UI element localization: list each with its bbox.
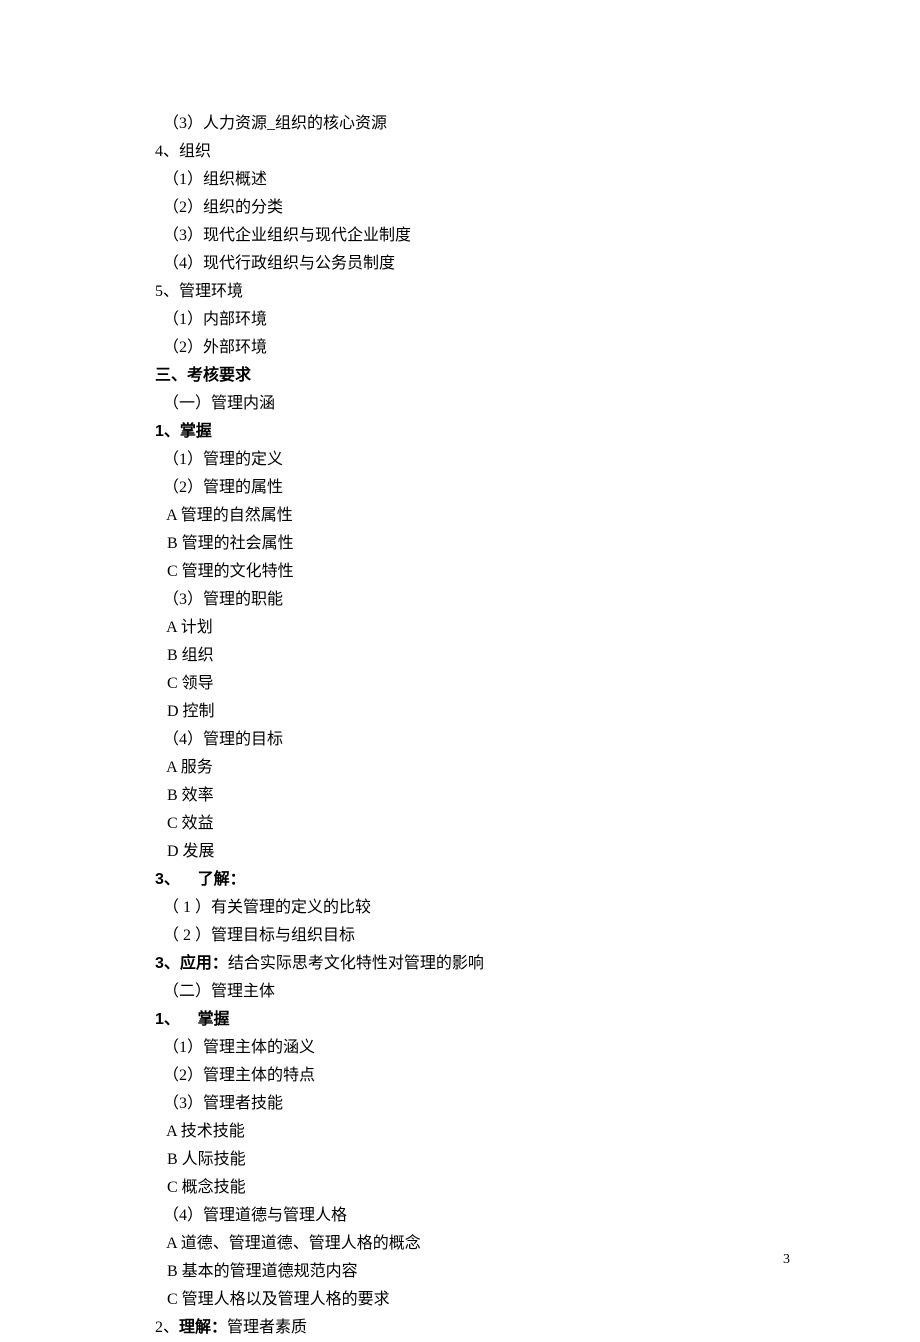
text-run: 2、 <box>155 1319 179 1336</box>
text-line: （1）管理主体的涵义 <box>155 1034 920 1062</box>
text-line: （3）管理的职能 <box>155 586 920 614</box>
text-line: C 领导 <box>155 670 920 698</box>
text-run: 3、应用： <box>155 955 228 972</box>
text-line: （3）现代企业组织与现代企业制度 <box>155 222 920 250</box>
text-line: A 道德、管理道德、管理人格的概念 <box>155 1230 920 1258</box>
text-line: 1、掌握 <box>155 418 920 446</box>
text-run: 理解： <box>179 1319 227 1336</box>
text-line: （一）管理内涵 <box>155 390 920 418</box>
text-line: （ 2 ）管理目标与组织目标 <box>155 922 920 950</box>
text-line: A 服务 <box>155 754 920 782</box>
text-line: B 管理的社会属性 <box>155 530 920 558</box>
text-line: （2）组织的分类 <box>155 194 920 222</box>
text-line: （4）现代行政组织与公务员制度 <box>155 250 920 278</box>
text-line: C 管理人格以及管理人格的要求 <box>155 1286 920 1314</box>
text-line: 1、 掌握 <box>155 1006 920 1034</box>
text-run: 结合实际思考文化特性对管理的影响 <box>228 955 484 972</box>
text-line: 三、考核要求 <box>155 362 920 390</box>
text-line: （2）管理的属性 <box>155 474 920 502</box>
text-line: C 概念技能 <box>155 1174 920 1202</box>
text-line: B 效率 <box>155 782 920 810</box>
text-line: B 基本的管理道德规范内容 <box>155 1258 920 1286</box>
text-line: D 发展 <box>155 838 920 866</box>
text-line: （1）内部环境 <box>155 306 920 334</box>
text-line: C 管理的文化特性 <box>155 558 920 586</box>
text-line: B 组织 <box>155 642 920 670</box>
page-number: 3 <box>783 1248 790 1273</box>
text-line: （2）管理主体的特点 <box>155 1062 920 1090</box>
text-line: 2、理解：管理者素质 <box>155 1314 920 1342</box>
text-line: 4、组织 <box>155 138 920 166</box>
text-line: D 控制 <box>155 698 920 726</box>
text-line: C 效益 <box>155 810 920 838</box>
text-line: （3）人力资源_组织的核心资源 <box>155 110 920 138</box>
text-line: B 人际技能 <box>155 1146 920 1174</box>
text-line: （3）管理者技能 <box>155 1090 920 1118</box>
text-line: （1）组织概述 <box>155 166 920 194</box>
text-line: 3、 了解： <box>155 866 920 894</box>
text-line: A 技术技能 <box>155 1118 920 1146</box>
text-line: 3、应用：结合实际思考文化特性对管理的影响 <box>155 950 920 978</box>
text-line: A 计划 <box>155 614 920 642</box>
text-line: （4）管理的目标 <box>155 726 920 754</box>
text-line: （二）管理主体 <box>155 978 920 1006</box>
text-line: （1）管理的定义 <box>155 446 920 474</box>
document-body: （3）人力资源_组织的核心资源4、组织（1）组织概述（2）组织的分类（3）现代企… <box>155 110 920 1342</box>
text-line: （4）管理道德与管理人格 <box>155 1202 920 1230</box>
text-line: A 管理的自然属性 <box>155 502 920 530</box>
text-line: （ 1 ）有关管理的定义的比较 <box>155 894 920 922</box>
text-run: 管理者素质 <box>227 1319 307 1336</box>
text-line: 5、管理环境 <box>155 278 920 306</box>
text-line: （2）外部环境 <box>155 334 920 362</box>
